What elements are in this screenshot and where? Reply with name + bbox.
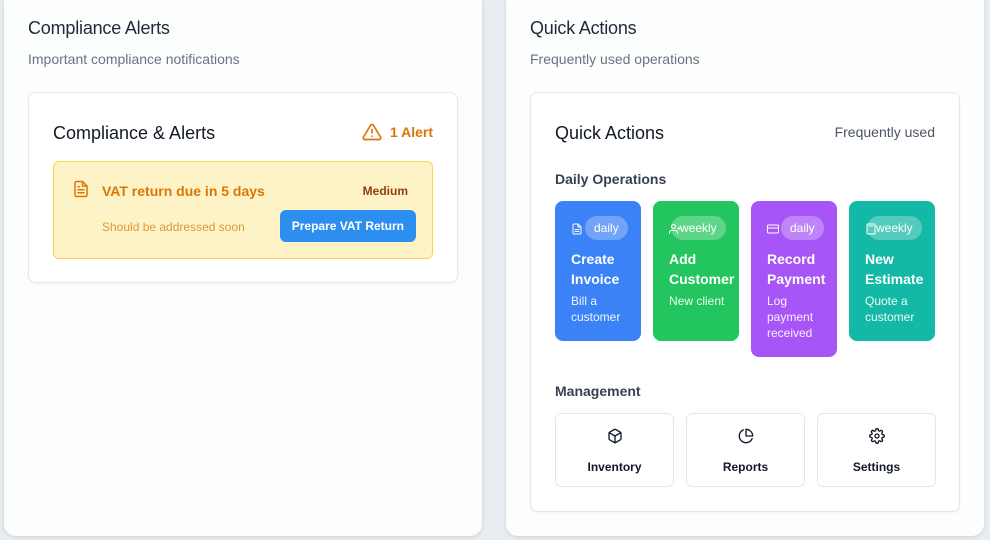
daily-operations-heading: Daily Operations	[555, 171, 667, 187]
panel-subtitle: Frequently used operations	[530, 51, 700, 67]
warning-icon	[362, 123, 382, 141]
panel-subtitle: Important compliance notifications	[28, 51, 240, 67]
settings-button[interactable]: Settings	[817, 413, 936, 487]
tile-description: Quote a customer	[865, 294, 915, 324]
quick-actions-panel: Quick Actions Frequently used operations…	[506, 0, 984, 536]
compliance-panel: Compliance Alerts Important compliance n…	[4, 0, 482, 536]
pie-chart-icon	[738, 428, 753, 444]
panel-title: Compliance Alerts	[28, 18, 170, 38]
reports-button[interactable]: Reports	[686, 413, 805, 487]
alert-severity: Medium	[362, 184, 408, 198]
document-icon	[572, 223, 582, 235]
tile-title: Record Payment	[767, 251, 826, 287]
quick-actions-card: Quick Actions Frequently used Daily Oper…	[530, 92, 960, 512]
frequency-badge: weekly	[867, 216, 922, 240]
card-title: Compliance & Alerts	[53, 123, 216, 143]
box-icon	[607, 428, 622, 444]
document-icon	[74, 180, 88, 198]
gear-icon	[868, 428, 885, 444]
prepare-vat-return-button[interactable]: Prepare VAT Return	[279, 210, 416, 242]
record-payment-tile[interactable]: daily Record Payment Log payment receive…	[751, 201, 837, 357]
reports-label: Reports	[722, 460, 769, 474]
inventory-label: Inventory	[587, 460, 642, 474]
compliance-card: Compliance & Alerts 1 Alert VAT return d…	[28, 92, 458, 283]
alert-count-badge: 1 Alert	[362, 122, 433, 142]
alert-count-text: 1 Alert	[389, 124, 433, 140]
settings-label: Settings	[852, 460, 901, 474]
create-invoice-tile[interactable]: daily Create Invoice Bill a customer	[555, 201, 641, 341]
tile-description: Log payment received	[767, 294, 814, 340]
alert-item: VAT return due in 5 days Medium Should b…	[53, 161, 433, 259]
tile-description: Bill a customer	[571, 294, 621, 324]
alert-title: VAT return due in 5 days	[102, 183, 265, 199]
tile-title: Add Customer	[669, 251, 735, 287]
card-title: Quick Actions	[555, 123, 665, 143]
tile-description: New client	[669, 294, 725, 308]
tile-title: New Estimate	[865, 251, 924, 287]
management-heading: Management	[555, 383, 641, 399]
panel-title: Quick Actions	[530, 18, 637, 38]
inventory-button[interactable]: Inventory	[555, 413, 674, 487]
card-subtitle: Frequently used	[834, 124, 935, 140]
new-estimate-tile[interactable]: weekly New Estimate Quote a customer	[849, 201, 935, 341]
frequency-badge: daily	[585, 216, 628, 240]
tile-title: Create Invoice	[571, 251, 620, 287]
frequency-badge: daily	[781, 216, 824, 240]
credit-card-icon	[767, 224, 779, 234]
add-customer-tile[interactable]: weekly Add Customer New client	[653, 201, 739, 341]
alert-description: Should be addressed soon	[102, 220, 245, 234]
frequency-badge: weekly	[671, 216, 726, 240]
